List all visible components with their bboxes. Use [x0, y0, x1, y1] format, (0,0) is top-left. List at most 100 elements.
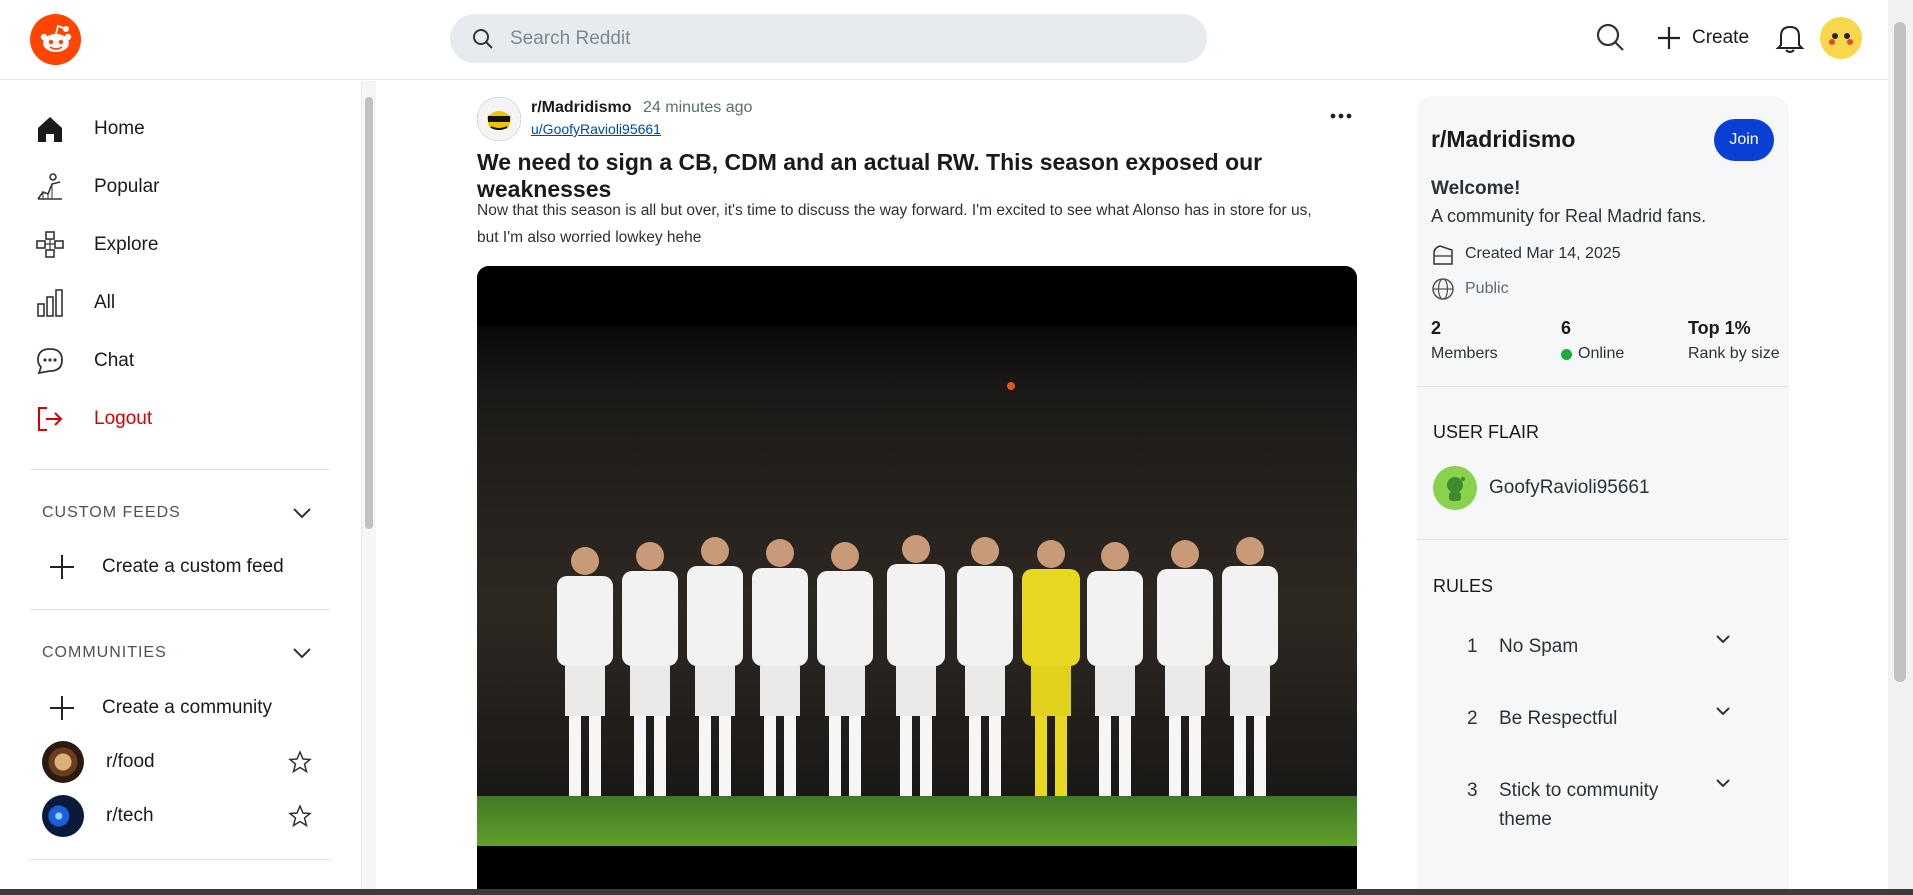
community-item-food[interactable]: r/food [42, 740, 312, 784]
chevron-down-icon[interactable] [1715, 706, 1731, 716]
chevron-down-icon [293, 648, 311, 659]
community-name: r/tech [106, 805, 154, 826]
communities-title: COMMUNITIES [42, 644, 167, 661]
chevron-down-icon[interactable] [1715, 634, 1731, 644]
sidebar-divider [30, 859, 330, 860]
plus-icon [1658, 27, 1680, 49]
nav-chat-label: Chat [94, 350, 135, 371]
chevron-down-icon[interactable] [1715, 778, 1731, 788]
nav-home[interactable]: Home [30, 103, 330, 155]
notification-bell-icon[interactable] [1775, 22, 1805, 59]
nav-chat[interactable]: Chat [30, 335, 330, 387]
rule-number: 3 [1467, 780, 1478, 801]
window-bottom-edge [0, 889, 1913, 895]
search-icon [473, 28, 493, 49]
nav-explore-label: Explore [94, 234, 159, 255]
communities-header[interactable]: COMMUNITIES [42, 638, 312, 668]
user-flair-title: USER FLAIR [1433, 422, 1540, 442]
rule-number: 2 [1467, 708, 1478, 729]
search-input[interactable] [510, 27, 1160, 50]
rule-item[interactable]: 2 Be Respectful [1467, 704, 1747, 733]
sidebar-scrollbar[interactable] [362, 81, 376, 889]
sidebar-scrollbar-thumb[interactable] [365, 97, 373, 529]
explore-icon [30, 230, 70, 260]
plus-icon [50, 696, 74, 720]
post-meta: r/Madridismo 24 minutes ago u/GoofyRavio… [477, 95, 1357, 141]
rule-item[interactable]: 3 Stick to community theme [1467, 776, 1747, 834]
nav-all[interactable]: All [30, 277, 330, 329]
nav-explore[interactable]: Explore [30, 219, 330, 271]
post-subreddit-link[interactable]: r/Madridismo [531, 99, 631, 117]
logout-icon [30, 404, 70, 434]
create-community-label: Create a community [102, 697, 273, 718]
cake-icon [1431, 242, 1455, 266]
popular-icon [30, 172, 70, 202]
home-icon [30, 114, 70, 144]
page-scrollbar-thumb[interactable] [1894, 22, 1906, 682]
post-image[interactable] [477, 266, 1357, 895]
nav-logout-label: Logout [94, 408, 153, 429]
rule-number: 1 [1467, 636, 1478, 657]
post-body-line: but I'm also worried lowkey hehe [477, 229, 702, 246]
community-avatar [42, 741, 84, 783]
community-name: r/food [106, 751, 155, 772]
post-author-link[interactable]: u/GoofyRavioli95661 [531, 121, 661, 137]
nav-logout[interactable]: Logout [30, 393, 330, 445]
rule-text: Be Respectful [1499, 708, 1618, 729]
nav-all-label: All [94, 292, 116, 313]
community-item-tech[interactable]: r/tech [42, 794, 312, 838]
rule-text: No Spam [1499, 636, 1579, 657]
stat-rank: Top 1% Rank by size [1688, 318, 1780, 363]
nav-popular-label: Popular [94, 176, 160, 197]
create-button[interactable]: Create [1652, 18, 1753, 58]
user-avatar[interactable] [1820, 17, 1862, 59]
create-community-button[interactable]: Create a community [48, 688, 272, 728]
sidebar-divider [30, 609, 330, 610]
create-custom-feed-button[interactable]: Create a custom feed [48, 547, 284, 587]
community-avatar [42, 795, 84, 837]
star-icon[interactable] [288, 804, 312, 828]
star-icon[interactable] [288, 750, 312, 774]
community-title[interactable]: r/Madridismo [1431, 126, 1575, 153]
join-button[interactable]: Join [1714, 119, 1774, 161]
rule-text: Stick to community theme [1499, 780, 1659, 830]
custom-feeds-header[interactable]: CUSTOM FEEDS [42, 498, 312, 528]
visibility-text: Public [1465, 280, 1509, 297]
subreddit-icon[interactable] [477, 97, 521, 141]
user-flair[interactable]: GoofyRavioli95661 [1433, 466, 1650, 510]
flair-avatar [1433, 466, 1477, 510]
sidebar-divider [30, 469, 330, 470]
nav-popular[interactable]: Popular [30, 161, 330, 213]
reddit-logo-icon[interactable] [30, 14, 81, 65]
left-sidebar: Home Popular Explore All Chat Logout CUS… [0, 81, 362, 889]
flair-name: GoofyRavioli95661 [1489, 477, 1650, 498]
rule-item[interactable]: 1 No Spam [1467, 632, 1747, 661]
more-options-icon[interactable] [1330, 107, 1352, 125]
top-header: Create [0, 0, 1888, 80]
post-title[interactable]: We need to sign a CB, CDM and an actual … [477, 149, 1357, 203]
online-dot-icon [1561, 348, 1572, 360]
create-custom-feed-label: Create a custom feed [102, 556, 284, 577]
stat-label: Rank by size [1688, 345, 1780, 362]
stat-label: Members [1431, 345, 1498, 362]
post-body: Now that this season is all but over, it… [477, 197, 1357, 251]
chat-icon [30, 346, 70, 376]
search-bar[interactable] [450, 14, 1207, 63]
custom-feeds-title: CUSTOM FEEDS [42, 504, 181, 521]
created-date: Created Mar 14, 2025 [1465, 245, 1621, 262]
stat-online: 6 Online [1561, 318, 1624, 363]
globe-icon [1431, 277, 1455, 301]
rules-title: RULES [1433, 576, 1494, 596]
header-search-icon[interactable] [1595, 22, 1625, 57]
panel-divider [1417, 386, 1789, 387]
stat-value: Top 1% [1688, 318, 1751, 338]
nav-home-label: Home [94, 118, 145, 139]
community-description: A community for Real Madrid fans. [1431, 206, 1707, 226]
panel-divider [1417, 539, 1789, 540]
chevron-down-icon [293, 508, 311, 519]
stat-value: 2 [1431, 318, 1442, 338]
stat-value: 6 [1561, 318, 1572, 338]
stat-label-row: Online [1561, 345, 1624, 363]
page-scrollbar[interactable] [1888, 0, 1913, 895]
create-label: Create [1692, 27, 1750, 48]
